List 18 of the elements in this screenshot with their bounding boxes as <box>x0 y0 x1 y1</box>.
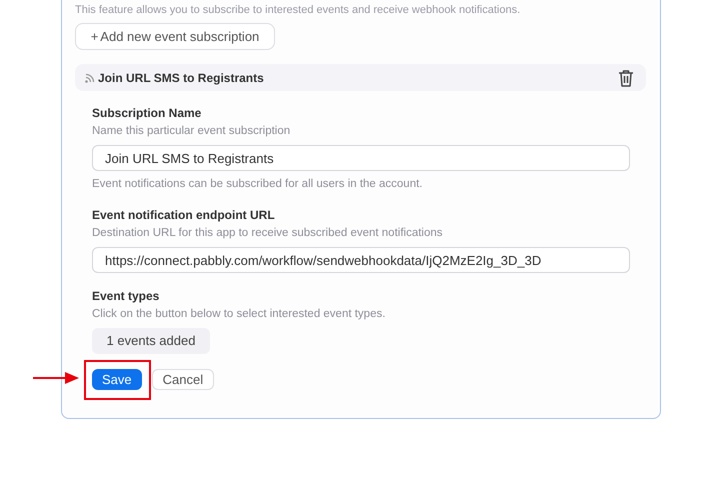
save-button[interactable]: Save <box>92 369 142 390</box>
subscription-title: Join URL SMS to Registrants <box>98 70 264 86</box>
field-label: Event types <box>92 289 160 304</box>
trash-icon[interactable] <box>618 68 634 86</box>
field-hint: Destination URL for this app to receive subscribed event notifications <box>92 226 444 241</box>
text-field[interactable]: Join URL SMS to Registrants <box>92 145 630 171</box>
field-label: Subscription Name <box>92 106 202 121</box>
rss-icon <box>85 72 95 82</box>
field-hint: Click on the button below to select interested event types. <box>92 307 386 322</box>
field-note: Event notifications can be subscribed for all users in the account. <box>92 177 424 192</box>
add-subscription-button[interactable]: +Add new event subscription <box>75 23 275 50</box>
intro-text: This feature allows you to subscribe to interested events and receive webhook notifications. <box>75 3 522 17</box>
cancel-button[interactable]: Cancel <box>152 369 214 390</box>
events-added-button[interactable]: 1 events added <box>92 328 210 354</box>
field-hint: Name this particular event subscription <box>92 124 292 139</box>
arrow-icon <box>33 372 79 384</box>
field-label: Event notification endpoint URL <box>92 208 276 223</box>
text-field[interactable]: https://connect.pabbly.com/workflow/sendwebhookdata/IjQ2MzE2Ig_3D_3D <box>92 247 630 273</box>
